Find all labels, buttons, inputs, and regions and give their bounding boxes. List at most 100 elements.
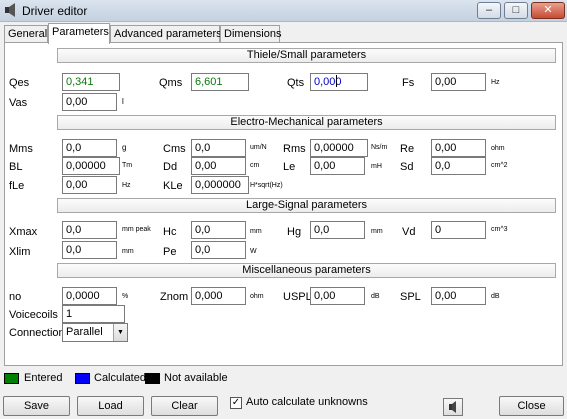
- vd-field[interactable]: 0: [431, 221, 486, 239]
- qts-label: Qts: [287, 77, 305, 89]
- bl-label: BL: [9, 161, 23, 173]
- clear-button[interactable]: Clear: [151, 396, 218, 416]
- xmax-unit: mm peak: [122, 226, 151, 233]
- vas-label: Vas: [9, 97, 28, 109]
- connection-value: Parallel: [66, 326, 103, 338]
- minimize-button[interactable]: –: [477, 2, 501, 19]
- vd-label: Vd: [402, 226, 416, 238]
- legend-entered: Entered: [24, 372, 63, 384]
- hg-field[interactable]: 0,0: [310, 221, 365, 239]
- cms-label: Cms: [163, 143, 186, 155]
- qes-label: Qes: [9, 77, 30, 89]
- vas-field[interactable]: 0,00: [62, 93, 117, 111]
- xmax-field[interactable]: 0,0: [62, 221, 117, 239]
- fs-unit: Hz: [491, 79, 500, 86]
- section-miscellaneous: Miscellaneous parameters: [57, 263, 556, 278]
- re-unit: ohm: [491, 145, 505, 152]
- section-large-signal: Large-Signal parameters: [57, 198, 556, 213]
- legend-calculated: Calculated: [94, 372, 146, 384]
- sd-unit: cm^2: [491, 162, 508, 169]
- fle-field[interactable]: 0,00: [62, 176, 117, 194]
- znom-unit: ohm: [250, 293, 264, 300]
- not-available-swatch: [145, 373, 160, 384]
- close-button[interactable]: Close: [499, 396, 564, 416]
- znom-label: Znom: [160, 291, 189, 303]
- qts-field[interactable]: 0,000: [310, 73, 368, 91]
- spl-field[interactable]: 0,00: [431, 287, 486, 305]
- calculated-swatch: [75, 373, 90, 384]
- section-thiele-small: Thiele/Small parameters: [57, 48, 556, 63]
- rms-label: Rms: [283, 143, 306, 155]
- spl-unit: dB: [491, 293, 500, 300]
- xlim-unit: mm: [122, 248, 134, 255]
- xlim-field[interactable]: 0,0: [62, 241, 117, 259]
- rms-unit: Ns/m: [371, 144, 388, 151]
- speaker-button[interactable]: [443, 398, 463, 416]
- auto-calculate-checkbox[interactable]: ✓: [230, 397, 242, 409]
- re-field[interactable]: 0,00: [431, 139, 486, 157]
- qes-field[interactable]: 0,341: [62, 73, 120, 91]
- connection-label: Connection: [9, 327, 65, 339]
- re-label: Re: [400, 143, 415, 155]
- xmax-label: Xmax: [9, 226, 38, 238]
- qms-field[interactable]: 6,601: [191, 73, 249, 91]
- window-close-button[interactable]: ✕: [531, 2, 565, 19]
- hg-label: Hg: [287, 226, 302, 238]
- parameters-panel: Thiele/Small parameters Qes 0,341 Qms 6,…: [4, 42, 563, 366]
- no-field[interactable]: 0,0000: [62, 287, 117, 305]
- maximize-button[interactable]: □: [504, 2, 528, 19]
- uspl-label: USPL: [283, 291, 312, 303]
- fle-label: fLe: [9, 180, 25, 192]
- uspl-field[interactable]: 0,00: [310, 287, 365, 305]
- speaker-icon: [449, 401, 456, 413]
- kle-label: KLe: [163, 180, 183, 192]
- pe-unit: W: [250, 248, 257, 255]
- entered-swatch: [4, 373, 19, 384]
- dd-unit: cm: [250, 162, 260, 169]
- mms-label: Mms: [9, 143, 33, 155]
- tab-dimensions[interactable]: Dimensions: [220, 25, 281, 43]
- bl-field[interactable]: 0,00000: [62, 157, 120, 175]
- load-button[interactable]: Load: [77, 396, 144, 416]
- dd-label: Dd: [163, 161, 178, 173]
- voicecoils-field[interactable]: 1: [62, 305, 125, 323]
- title-bar[interactable]: Driver editor – □ ✕: [0, 0, 567, 22]
- pe-field[interactable]: 0,0: [191, 241, 246, 259]
- le-label: Le: [283, 161, 296, 173]
- cms-unit: um/N: [250, 144, 267, 151]
- sd-label: Sd: [400, 161, 414, 173]
- fle-unit: Hz: [122, 182, 131, 189]
- kle-field[interactable]: 0,000000: [191, 176, 249, 194]
- sd-field[interactable]: 0,0: [431, 157, 486, 175]
- bl-unit: Tm: [122, 162, 133, 169]
- tab-parameters[interactable]: Parameters: [48, 23, 110, 44]
- tab-advanced-parameters[interactable]: Advanced parameters: [110, 25, 222, 43]
- spl-label: SPL: [400, 291, 421, 303]
- znom-field[interactable]: 0,000: [191, 287, 246, 305]
- vd-unit: cm^3: [491, 226, 508, 233]
- connection-dropdown[interactable]: Parallel ▼: [62, 323, 128, 342]
- tab-general[interactable]: General: [4, 25, 48, 43]
- hg-unit: mm: [371, 228, 383, 235]
- mms-unit: g: [122, 143, 127, 152]
- cms-field[interactable]: 0,0: [191, 139, 246, 157]
- fs-label: Fs: [402, 77, 415, 89]
- dd-field[interactable]: 0,00: [191, 157, 246, 175]
- no-unit: %: [122, 293, 129, 300]
- uspl-unit: dB: [371, 293, 380, 300]
- hc-field[interactable]: 0,0: [191, 221, 246, 239]
- auto-calculate-label: Auto calculate unknowns: [246, 396, 368, 408]
- xlim-label: Xlim: [9, 246, 31, 258]
- chevron-down-icon[interactable]: ▼: [113, 324, 127, 341]
- rms-field[interactable]: 0,00000: [310, 139, 368, 157]
- vas-unit: l: [122, 97, 124, 106]
- kle-unit: H*sqrt(Hz): [250, 182, 283, 189]
- hc-label: Hc: [163, 226, 177, 238]
- mms-field[interactable]: 0,0: [62, 139, 117, 157]
- voicecoils-label: Voicecoils: [9, 309, 58, 321]
- pe-label: Pe: [163, 246, 177, 258]
- section-electro-mechanical: Electro-Mechanical parameters: [57, 115, 556, 130]
- fs-field[interactable]: 0,00: [431, 73, 486, 91]
- le-field[interactable]: 0,00: [310, 157, 365, 175]
- save-button[interactable]: Save: [3, 396, 70, 416]
